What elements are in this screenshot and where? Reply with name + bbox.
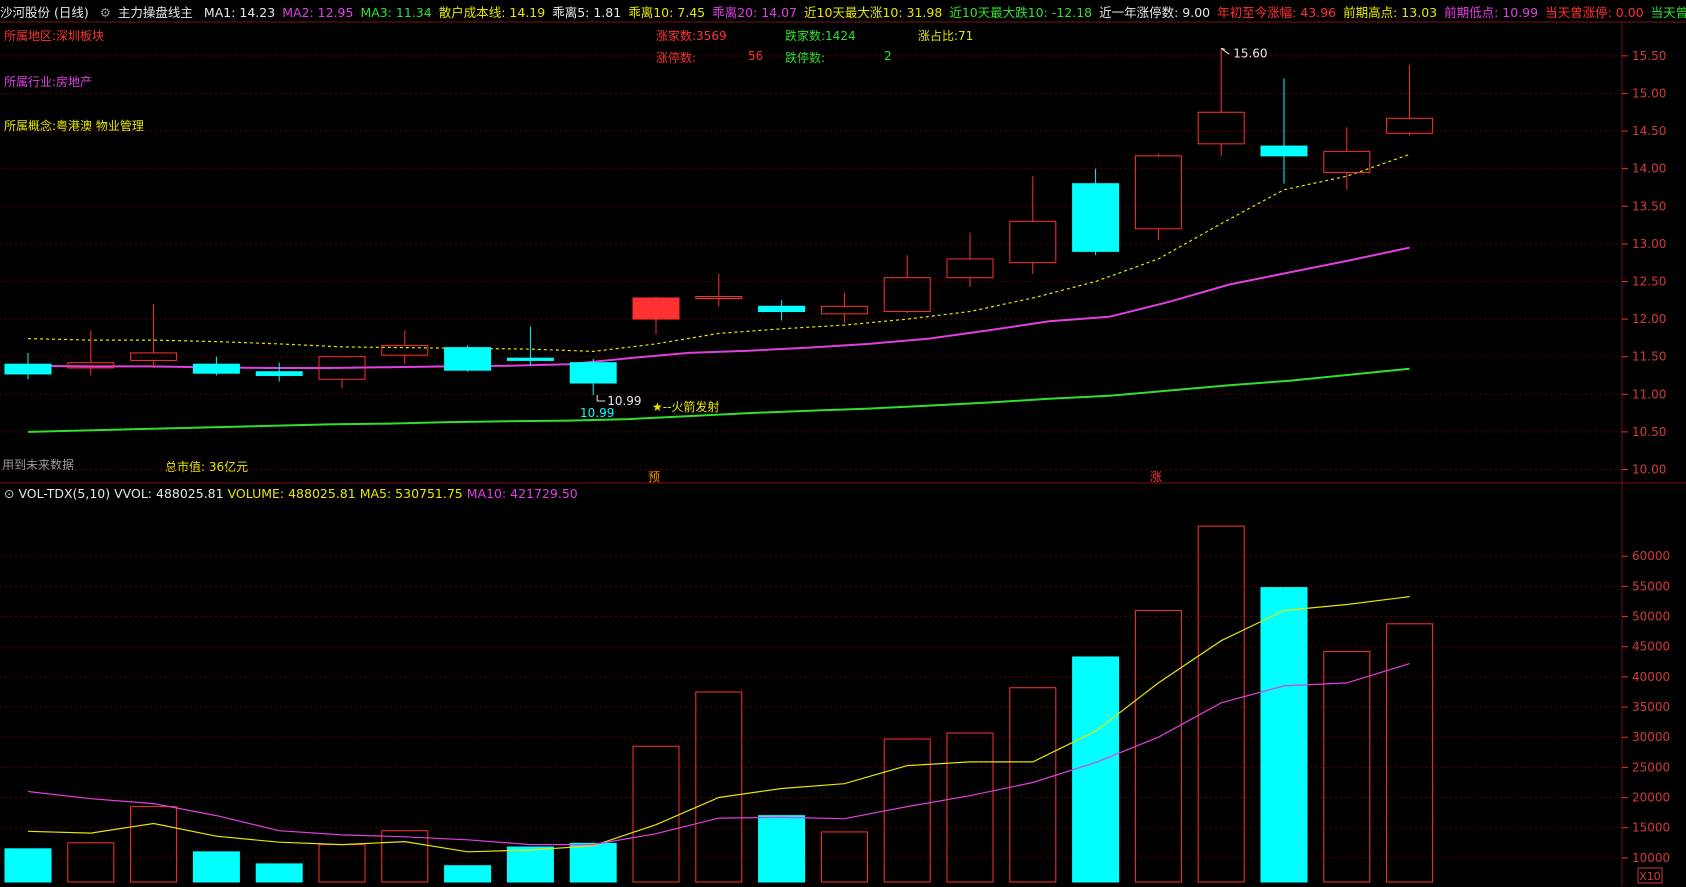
volume-bar (1323, 651, 1371, 883)
candle-up (820, 305, 868, 315)
volume-bar (1134, 610, 1182, 883)
volume-tick-label: 45000 (1632, 640, 1670, 654)
volume-bar (381, 830, 429, 883)
price-tick-label: 12.00 (1632, 312, 1666, 326)
kline-chart[interactable]: 10.00 10.50 11.00 11.50 12.00 12.50 13.00 13.50… (0, 0, 1686, 887)
candle-up (1009, 220, 1057, 264)
candle-up (695, 296, 743, 300)
volume-bar (255, 863, 303, 883)
volume-tick-label: 35000 (1632, 700, 1670, 714)
volume-bar (883, 738, 931, 883)
candle-up (1323, 150, 1371, 173)
candle-down (569, 362, 617, 384)
price-tick-label: 13.00 (1632, 237, 1666, 251)
ma-long-line (27, 367, 1410, 433)
candle-down (1072, 183, 1120, 252)
volume-tick-label: 15000 (1632, 821, 1670, 835)
price-tick-label: 11.50 (1632, 350, 1666, 364)
volume-bar (4, 848, 52, 883)
price-tick-label: 12.50 (1632, 274, 1666, 288)
candle-up (1134, 155, 1182, 230)
volume-bar (695, 691, 743, 883)
volume-bar (506, 846, 554, 883)
price-tick-label: 15.00 (1632, 86, 1666, 100)
volume-bar (130, 806, 178, 883)
candle-down (506, 357, 554, 361)
volume-tick-label: 30000 (1632, 730, 1670, 744)
volume-bar (444, 865, 492, 883)
volume-bar (318, 844, 366, 883)
high-price-annotation: 15.60 (1233, 46, 1267, 60)
high-pointer-icon (1220, 47, 1230, 55)
volume-bar (758, 815, 806, 883)
volume-tick-label: 60000 (1632, 549, 1670, 563)
price-tick-label: 14.00 (1632, 162, 1666, 176)
volume-bar (569, 842, 617, 883)
volume-bar (192, 851, 240, 883)
volume-bar (1197, 525, 1245, 883)
candle-down (192, 363, 240, 374)
volume-tick-label: 40000 (1632, 670, 1670, 684)
candle-down (1260, 145, 1308, 157)
price-tick-label: 14.50 (1632, 124, 1666, 138)
candle-up (130, 352, 178, 361)
volume-ma5-line (27, 596, 1410, 853)
candle-up (883, 277, 931, 313)
ma-mid-line (27, 246, 1410, 369)
candle-down (758, 305, 806, 313)
volume-tick-label: 25000 (1632, 760, 1670, 774)
price-tick-label: 15.50 (1632, 49, 1666, 63)
volume-ma10-line (27, 663, 1410, 846)
volume-tick-label: 50000 (1632, 610, 1670, 624)
candle-up (632, 297, 680, 320)
price-tick-label: 10.50 (1632, 425, 1666, 439)
price-tick-label: 10.00 (1632, 462, 1666, 476)
volume-bar (632, 745, 680, 883)
candle-up (946, 258, 994, 279)
price-tick-label: 13.50 (1632, 199, 1666, 213)
volume-bar (946, 732, 994, 883)
candle-down (444, 347, 492, 371)
volume-bar (1386, 623, 1434, 883)
volume-tick-label: 10000 (1632, 851, 1670, 865)
price-tick-label: 11.00 (1632, 387, 1666, 401)
candle-up (1197, 111, 1245, 145)
volume-tick-label: 20000 (1632, 791, 1670, 805)
low-price-label: 10.99 (580, 406, 614, 420)
volume-bar (1072, 656, 1120, 883)
volume-bar (820, 831, 868, 883)
candle-down (255, 371, 303, 376)
volume-bar (1009, 687, 1057, 883)
ma-short-dashed-line (27, 153, 1410, 353)
x10-label: X10 (1639, 870, 1661, 883)
volume-bar (67, 842, 115, 883)
low-pointer-icon (596, 395, 606, 402)
volume-tick-label: 55000 (1632, 579, 1670, 593)
volume-bar (1260, 587, 1308, 883)
candle-down (4, 363, 52, 375)
